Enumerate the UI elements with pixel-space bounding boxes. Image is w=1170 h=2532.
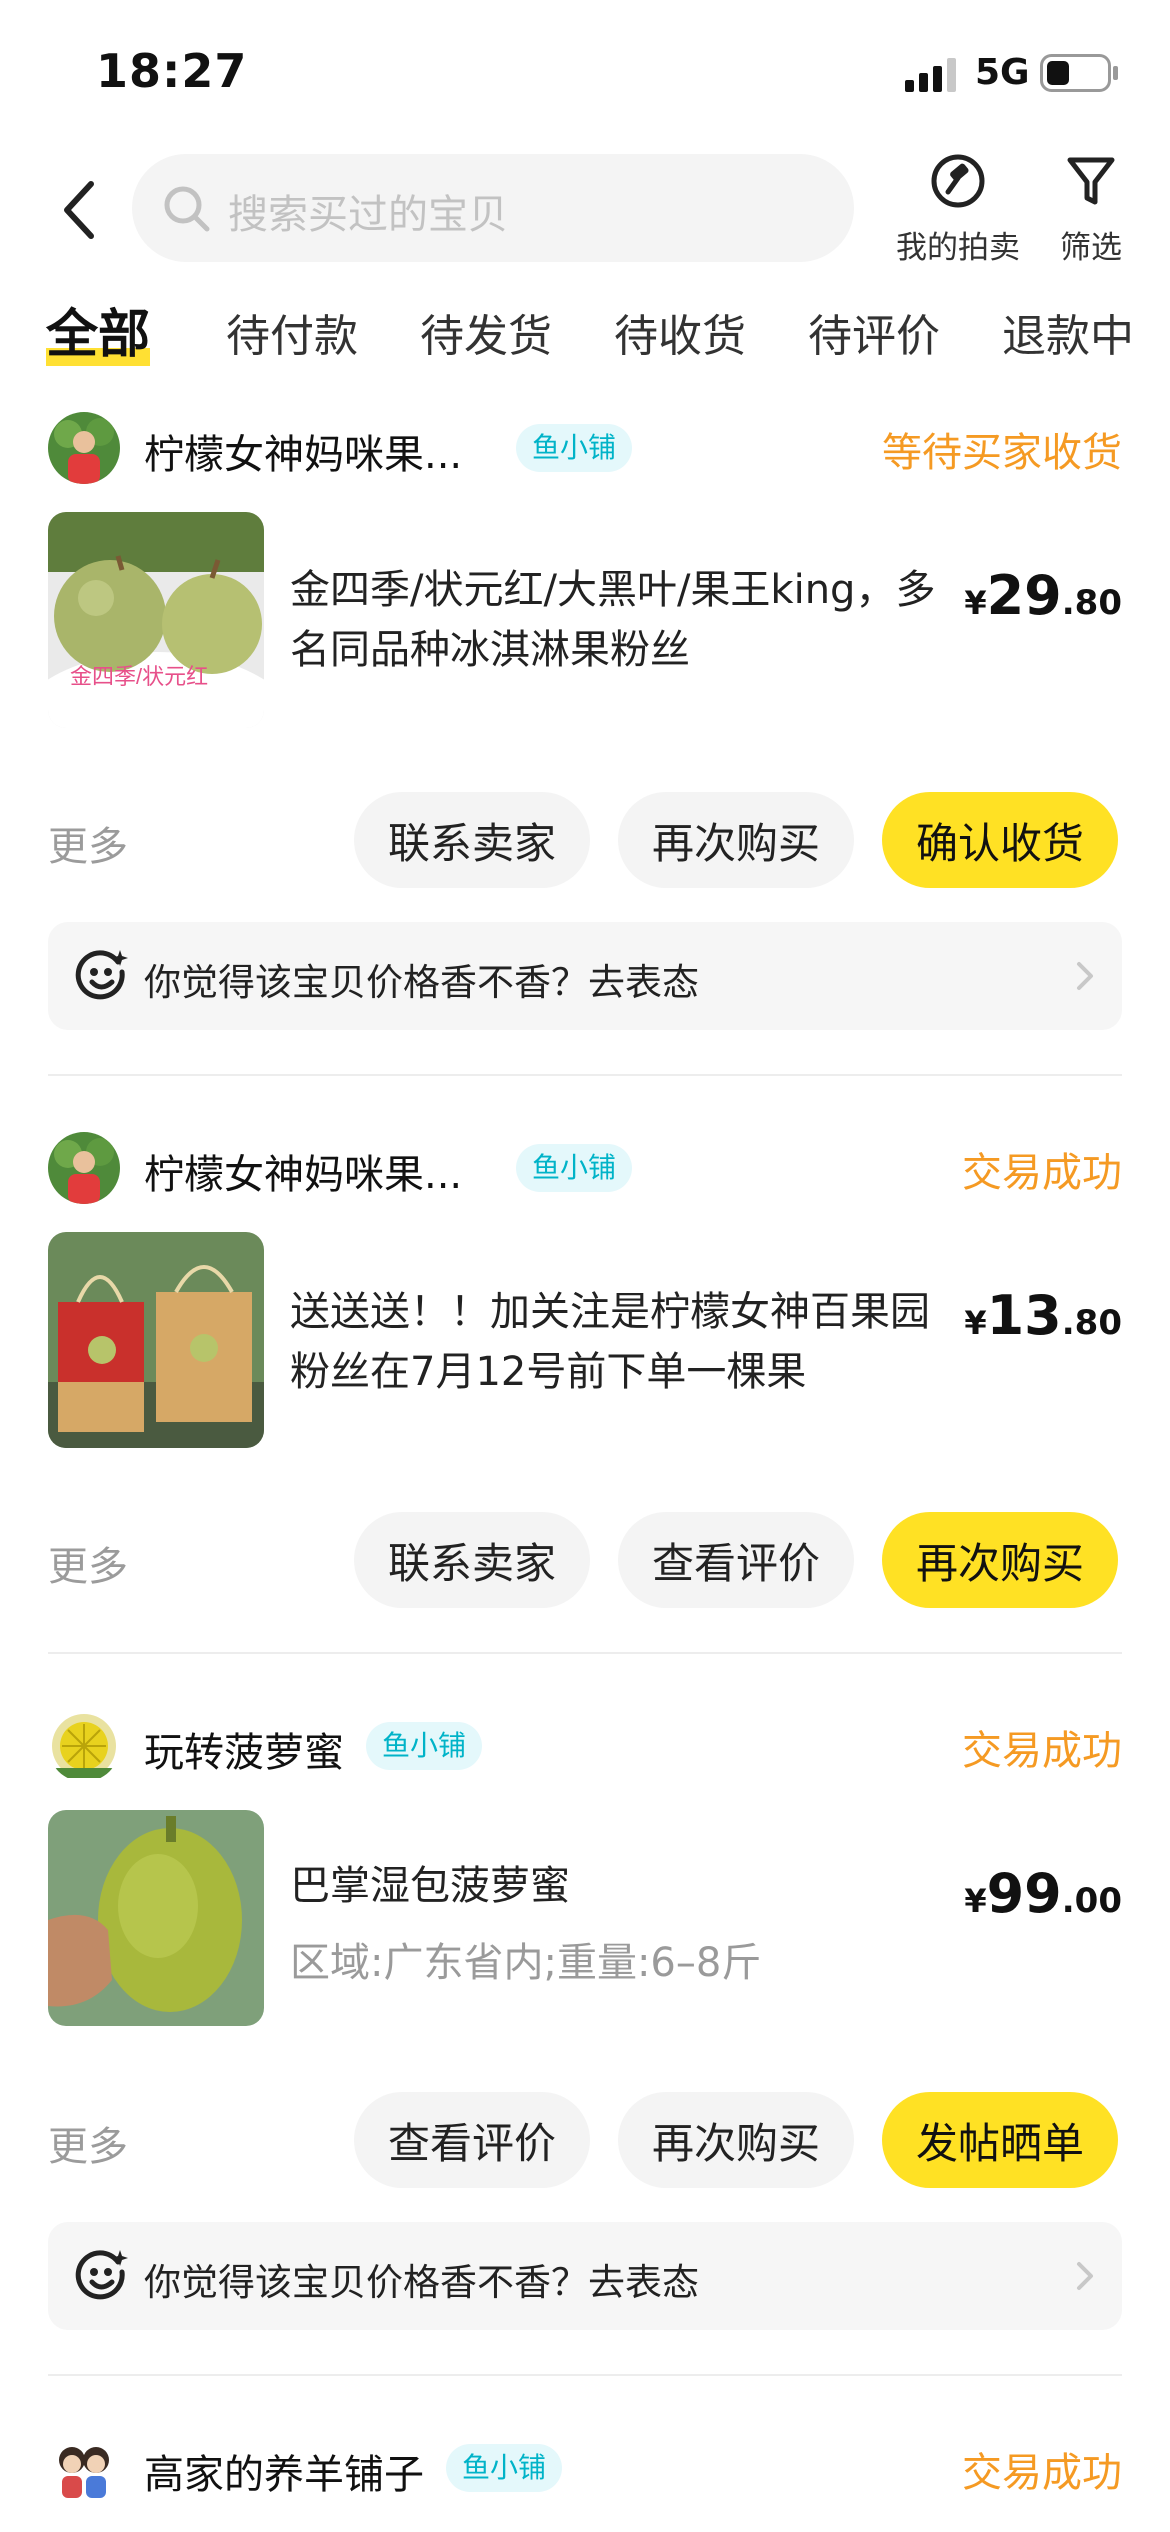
shop-name: 高家的养羊铺子: [144, 2452, 424, 2498]
price-integer: 13: [986, 1284, 1062, 1347]
shop-badge: 鱼小铺: [516, 1144, 633, 1192]
tab-pending-review[interactable]: 待评价: [808, 300, 940, 364]
signal-icon: [905, 58, 956, 92]
price-decimal: .00: [1061, 1881, 1122, 1921]
thumb-overlay-text: 金四季/状元红: [70, 664, 208, 689]
item-specs: 区域:广东省内;重量:6–8斤: [290, 1940, 762, 1986]
shop-badge: 鱼小铺: [446, 2444, 563, 2492]
shop-row[interactable]: 柠檬女神妈咪果... 鱼小铺 交易成功: [48, 1132, 1122, 1208]
shop-avatar: [48, 2432, 120, 2504]
tab-pending-receipt[interactable]: 待收货: [614, 300, 746, 364]
feedback-text: 你觉得该宝贝价格香不香？去表态: [144, 2261, 699, 2304]
shop-badge: 鱼小铺: [516, 424, 633, 472]
buy-again-button[interactable]: 再次购买: [882, 1512, 1118, 1608]
view-review-button[interactable]: 查看评价: [618, 1512, 854, 1608]
back-arrow-icon: [64, 181, 94, 239]
filter-button[interactable]: 筛选: [1050, 150, 1132, 268]
filter-label: 筛选: [1060, 230, 1122, 266]
back-button[interactable]: [44, 170, 114, 250]
price-decimal: .80: [1061, 1303, 1122, 1343]
shop-name: 玩转菠萝蜜: [144, 1730, 344, 1776]
shop-name: 柠檬女神妈咪果...: [144, 1152, 463, 1198]
order-card: 柠檬女神妈咪果... 鱼小铺 等待买家收货 金四季/状元红 金四季/状元红/大黑…: [0, 412, 1170, 1052]
order-status: 交易成功: [962, 1150, 1122, 1196]
search-icon: [164, 186, 210, 232]
buy-again-button[interactable]: 再次购买: [618, 792, 854, 888]
search-input[interactable]: 搜索买过的宝贝: [132, 154, 854, 262]
item-title: 巴掌湿包菠萝蜜: [290, 1863, 570, 1909]
tab-refunding[interactable]: 退款中: [1002, 300, 1134, 364]
my-auction-button[interactable]: 我的拍卖: [890, 150, 1026, 268]
top-nav: 搜索买过的宝贝 我的拍卖 筛选: [0, 150, 1170, 270]
auction-icon: [931, 154, 985, 208]
divider: [48, 2374, 1122, 2376]
more-link[interactable]: 更多: [48, 1534, 128, 1592]
tab-pending-shipment[interactable]: 待发货: [420, 300, 552, 364]
price-currency: ¥: [964, 584, 987, 622]
price-feedback-bar[interactable]: 你觉得该宝贝价格香不香？去表态: [48, 2222, 1122, 2330]
shop-avatar: [48, 1132, 120, 1204]
tab-all[interactable]: 全部: [46, 292, 150, 367]
shop-avatar: [48, 412, 120, 484]
price-currency: ¥: [964, 1882, 987, 1920]
item-thumbnail: 金四季/状元红: [48, 512, 264, 728]
order-status: 等待买家收货: [882, 430, 1122, 476]
order-card: 玩转菠萝蜜 鱼小铺 交易成功 巴掌湿包菠萝蜜 区域:广东省内;重量:6–8斤 ¥…: [0, 1710, 1170, 2350]
order-card: 柠檬女神妈咪果... 鱼小铺 交易成功 送送送！！加关注是柠檬女神百果园粉丝在7…: [0, 1132, 1170, 1632]
buy-again-button[interactable]: 再次购买: [618, 2092, 854, 2188]
filter-icon: [1067, 157, 1115, 205]
shop-row[interactable]: 柠檬女神妈咪果... 鱼小铺 等待买家收货: [48, 412, 1122, 488]
item-price: ¥13.80: [964, 1284, 1122, 1347]
action-row: 更多 查看评价 再次购买 发帖晒单: [48, 2092, 1122, 2188]
order-tabs: 全部 待付款 待发货 待收货 待评价 退款中: [0, 290, 1170, 390]
more-link[interactable]: 更多: [48, 814, 128, 872]
feedback-text: 你觉得该宝贝价格香不香？去表态: [144, 961, 699, 1004]
chevron-right-icon: [1077, 962, 1093, 990]
smile-icon: [75, 2250, 128, 2300]
price-currency: ¥: [964, 1304, 987, 1342]
shop-row[interactable]: 高家的养羊铺子 鱼小铺 交易成功: [48, 2432, 1122, 2508]
price-integer: 99: [986, 1862, 1062, 1925]
item-row[interactable]: 金四季/状元红 金四季/状元红/大黑叶/果王king，多名同品种冰淇淋果粉丝 ¥…: [48, 512, 1122, 728]
order-status: 交易成功: [962, 1728, 1122, 1774]
item-thumbnail: [48, 1810, 264, 2026]
post-review-button[interactable]: 发帖晒单: [882, 2092, 1118, 2188]
shop-badge: 鱼小铺: [366, 1722, 483, 1770]
status-bar: 18:27 5G: [0, 0, 1170, 140]
item-price: ¥29.80: [964, 564, 1122, 627]
shop-row[interactable]: 玩转菠萝蜜 鱼小铺 交易成功: [48, 1710, 1122, 1786]
contact-seller-button[interactable]: 联系卖家: [354, 792, 590, 888]
item-price: ¥99.00: [964, 1862, 1122, 1925]
action-row: 更多 联系卖家 查看评价 再次购买: [48, 1512, 1122, 1608]
item-row[interactable]: 巴掌湿包菠萝蜜 区域:广东省内;重量:6–8斤 ¥99.00: [48, 1810, 1122, 2026]
more-link[interactable]: 更多: [48, 2114, 128, 2172]
smile-icon: [75, 950, 128, 1000]
order-card: 高家的养羊铺子 鱼小铺 交易成功: [0, 2432, 1170, 2532]
chevron-right-icon: [1077, 2262, 1093, 2290]
network-label: 5G: [975, 52, 1030, 93]
divider: [48, 1652, 1122, 1654]
divider: [48, 1074, 1122, 1076]
action-row: 更多 联系卖家 再次购买 确认收货: [48, 792, 1122, 888]
battery-icon: [1040, 54, 1118, 92]
item-row[interactable]: 送送送！！加关注是柠檬女神百果园粉丝在7月12号前下单一棵果 ¥13.80: [48, 1232, 1122, 1448]
shop-name: 柠檬女神妈咪果...: [144, 432, 463, 478]
search-placeholder: 搜索买过的宝贝: [228, 192, 508, 238]
item-title: 金四季/状元红/大黑叶/果王king，多名同品种冰淇淋果粉丝: [290, 567, 936, 673]
my-auction-label: 我的拍卖: [896, 230, 1020, 266]
price-feedback-bar[interactable]: 你觉得该宝贝价格香不香？去表态: [48, 922, 1122, 1030]
item-thumbnail: [48, 1232, 264, 1448]
tab-pending-payment[interactable]: 待付款: [226, 300, 358, 364]
price-decimal: .80: [1061, 583, 1122, 623]
item-title: 送送送！！加关注是柠檬女神百果园粉丝在7月12号前下单一棵果: [290, 1289, 930, 1395]
price-integer: 29: [986, 564, 1062, 627]
order-status: 交易成功: [962, 2450, 1122, 2496]
status-time: 18:27: [96, 44, 248, 98]
confirm-receipt-button[interactable]: 确认收货: [882, 792, 1118, 888]
view-review-button[interactable]: 查看评价: [354, 2092, 590, 2188]
shop-avatar: [48, 1710, 120, 1782]
contact-seller-button[interactable]: 联系卖家: [354, 1512, 590, 1608]
